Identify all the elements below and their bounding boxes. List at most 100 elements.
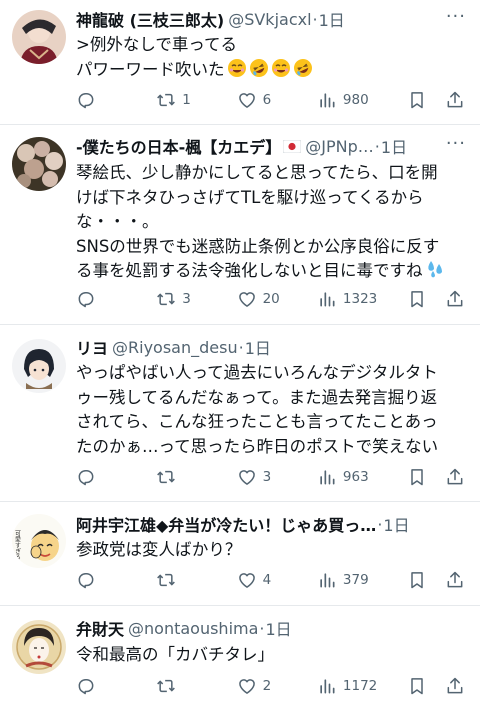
retweet-button[interactable]: 3 bbox=[156, 289, 236, 309]
bookmark-button[interactable] bbox=[407, 90, 445, 110]
views-icon bbox=[320, 470, 335, 485]
separator-dot: · bbox=[377, 514, 383, 534]
avatar[interactable] bbox=[12, 10, 66, 64]
tweet-4[interactable]: 弁財天 @nontaoushima · 1日 令和最高の「カバチタレ」 2 11… bbox=[0, 606, 480, 707]
display-name[interactable]: 神龍破 (三枝三郎太) bbox=[76, 7, 224, 31]
retweet-button[interactable] bbox=[156, 676, 236, 696]
tweet-text: やっぱやばい人って過去にいろんなデジタルタト ゥー残してるんだなぁって。また過去… bbox=[76, 361, 468, 459]
views-button[interactable]: 1323 bbox=[317, 289, 407, 309]
reply-button[interactable] bbox=[76, 467, 156, 487]
tweet-text: 琴絵氏、少し静かにしてると思ってたら、口を開 けば下ネタひっさげてTLを駆け巡っ… bbox=[76, 161, 468, 284]
bookmark-button[interactable] bbox=[407, 467, 445, 487]
bookmark-button[interactable] bbox=[407, 570, 445, 590]
bookmark-button[interactable] bbox=[407, 676, 445, 696]
views-count: 379 bbox=[342, 572, 369, 588]
more-options-button[interactable]: ··· bbox=[446, 133, 466, 154]
tweet-3[interactable]: 可愛すぎる 阿井宇江雄◆弁当が冷たい！じゃあ買っ… · 1日 参政党は変人ばかり… bbox=[0, 502, 480, 606]
share-button[interactable] bbox=[445, 467, 466, 487]
user-handle[interactable]: @JPNp… bbox=[305, 137, 374, 156]
share-button[interactable] bbox=[445, 570, 466, 590]
heart-icon bbox=[238, 93, 255, 108]
reply-button[interactable] bbox=[76, 289, 156, 309]
timestamp[interactable]: 1日 bbox=[266, 616, 292, 640]
tweet-header: 弁財天 @nontaoushima · 1日 bbox=[76, 616, 470, 640]
display-name[interactable]: 弁財天 bbox=[76, 616, 124, 640]
tweet-text-line: な・・・。 bbox=[76, 212, 159, 231]
avatar-image: 可愛すぎる bbox=[12, 514, 66, 568]
like-count: 4 bbox=[262, 572, 272, 588]
share-button[interactable] bbox=[445, 676, 466, 696]
timestamp[interactable]: 1日 bbox=[381, 134, 407, 158]
views-icon bbox=[320, 573, 335, 588]
share-icon bbox=[447, 468, 463, 485]
reply-button[interactable] bbox=[76, 676, 156, 696]
tweet-actions: 2 1172 bbox=[76, 675, 466, 697]
user-handle[interactable]: @SVkjacxl bbox=[228, 10, 311, 29]
tweet-text: 令和最高の「カバチタレ」 bbox=[76, 643, 468, 668]
like-button[interactable]: 3 bbox=[237, 467, 317, 487]
retweet-button[interactable]: 1 bbox=[156, 90, 236, 110]
user-handle[interactable]: @nontaoushima bbox=[128, 619, 258, 638]
views-button[interactable]: 1172 bbox=[317, 676, 407, 696]
reply-button[interactable] bbox=[76, 90, 156, 110]
rolling-laughing-emoji-icon bbox=[293, 58, 312, 77]
like-count: 3 bbox=[262, 469, 272, 485]
avatar[interactable] bbox=[12, 620, 66, 674]
avatar-image bbox=[12, 137, 66, 191]
retweet-button[interactable] bbox=[156, 467, 236, 487]
tweet-actions: 4 379 bbox=[76, 569, 466, 591]
display-name[interactable]: リヨ bbox=[76, 335, 108, 359]
retweet-button[interactable] bbox=[156, 570, 236, 590]
retweet-icon bbox=[157, 470, 176, 484]
views-button[interactable]: 963 bbox=[317, 467, 407, 487]
share-icon bbox=[447, 571, 463, 588]
bookmark-icon bbox=[411, 92, 423, 109]
bookmark-button[interactable] bbox=[407, 289, 445, 309]
timestamp[interactable]: 1日 bbox=[319, 7, 345, 31]
japan-flag-icon bbox=[283, 139, 302, 153]
share-button[interactable] bbox=[445, 289, 466, 309]
separator-dot: · bbox=[259, 618, 265, 638]
avatar[interactable] bbox=[12, 137, 66, 191]
tweet-header: -僕たちの日本-楓【カエデ】 @JPNp… · 1日 bbox=[76, 134, 470, 158]
share-icon bbox=[447, 677, 463, 694]
timestamp[interactable]: 1日 bbox=[383, 512, 409, 536]
tweet-text-line: たのかぁ…って思ったら昨日のポストで笑えない bbox=[76, 436, 439, 456]
like-button[interactable]: 20 bbox=[237, 289, 317, 309]
views-icon bbox=[320, 679, 335, 694]
views-button[interactable]: 379 bbox=[317, 570, 407, 590]
views-button[interactable]: 980 bbox=[317, 90, 407, 110]
tweet-header: 阿井宇江雄◆弁当が冷たい！じゃあ買っ… · 1日 bbox=[76, 512, 470, 536]
retweet-count: 1 bbox=[182, 92, 191, 108]
tweet-text-line: >例外なしで車ってる bbox=[76, 35, 238, 54]
avatar[interactable]: 可愛すぎる bbox=[12, 514, 66, 568]
heart-icon bbox=[238, 470, 255, 485]
tweet-2[interactable]: リヨ @Riyosan_desu · 1日 やっぱやばい人って過去にいろんなデジ… bbox=[0, 325, 480, 502]
tweet-header: 神龍破 (三枝三郎太) @SVkjacxl · 1日 bbox=[76, 7, 470, 31]
timestamp[interactable]: 1日 bbox=[245, 335, 271, 359]
tweet-0[interactable]: 神龍破 (三枝三郎太) @SVkjacxl · 1日 ··· >例外なしで車って… bbox=[0, 0, 480, 125]
tweet-1[interactable]: -僕たちの日本-楓【カエデ】 @JPNp… · 1日 ··· 琴絵氏、少し静かに… bbox=[0, 125, 480, 325]
tweet-text-line: 令和最高の「カバチタレ」 bbox=[76, 645, 274, 664]
avatar-image bbox=[12, 10, 66, 64]
avatar-image bbox=[12, 620, 66, 674]
like-button[interactable]: 4 bbox=[237, 570, 317, 590]
share-button[interactable] bbox=[445, 90, 466, 110]
display-name[interactable]: -僕たちの日本-楓【カエデ】 bbox=[76, 134, 281, 158]
bookmark-icon bbox=[411, 572, 423, 589]
user-handle[interactable]: @Riyosan_desu bbox=[112, 338, 238, 357]
tweet-text-line: けば下ネタひっさげてTLを駆け巡ってくるから bbox=[76, 187, 424, 207]
display-name[interactable]: 阿井宇江雄◆弁当が冷たい！じゃあ買っ… bbox=[76, 512, 376, 536]
tweet-text-segment: る事を処罰する法令強化しないと目に毒ですね bbox=[76, 261, 423, 280]
more-options-button[interactable]: ··· bbox=[446, 6, 466, 27]
like-count: 20 bbox=[262, 291, 280, 307]
like-button[interactable]: 6 bbox=[237, 90, 317, 110]
reply-button[interactable] bbox=[76, 570, 156, 590]
tweet-text-segment: パワーワード吹いた bbox=[76, 59, 225, 79]
like-button[interactable]: 2 bbox=[237, 676, 317, 696]
avatar[interactable] bbox=[12, 339, 66, 393]
tweet-text-line: 琴絵氏、少し静かにしてると思ってたら、口を開 bbox=[76, 163, 438, 182]
reply-icon bbox=[78, 679, 94, 695]
tweet-actions: 3 20 1323 bbox=[76, 288, 466, 310]
laughing-emoji-icon bbox=[227, 58, 246, 77]
